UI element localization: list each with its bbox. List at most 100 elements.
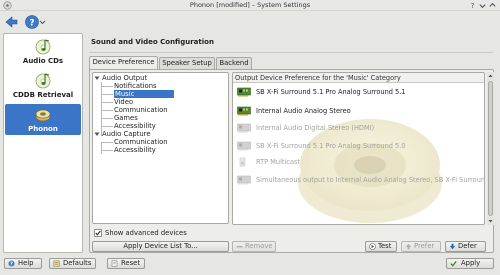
- defer-button[interactable]: Defer: [445, 241, 486, 252]
- tree-guide-line: [101, 102, 113, 103]
- device-name: SB X-Fi Surround 5.1 Pro Analog Surround…: [256, 142, 406, 150]
- tree-item-capture-accessibility[interactable]: Accessibility: [114, 146, 156, 154]
- network-speaker-icon: [239, 157, 246, 167]
- defaults-button[interactable]: Defaults: [49, 258, 96, 269]
- collapse-triangle-icon[interactable]: [94, 131, 100, 137]
- device-list-scrollbar[interactable]: [487, 72, 494, 225]
- device-name: Internal Audio Digital Stereo (HDMI): [256, 124, 375, 132]
- tree-guide-line: [101, 86, 113, 87]
- tree-item-audio-capture[interactable]: Audio Capture: [102, 130, 151, 138]
- tree-item-music[interactable]: Music: [114, 90, 174, 98]
- sound-card-icon: [237, 175, 251, 185]
- sidebar-item-label: Audio CDs: [22, 57, 64, 65]
- sidebar-item-cddb-retrieval[interactable]: CDDB Retrieval: [5, 70, 81, 101]
- device-list-header: Output Device Preference for the 'Music'…: [233, 73, 484, 83]
- help-menu-icon[interactable]: ?: [24, 14, 46, 30]
- sound-card-icon: [237, 141, 251, 151]
- sidebar: Audio CDs CDDB Retrieval Phonon: [3, 33, 83, 253]
- sidebar-item-audio-cds[interactable]: Audio CDs: [5, 36, 81, 67]
- tree-guide-line: [101, 143, 102, 154]
- title-bar: Phonon [modified] – System Settings ?: [0, 0, 500, 11]
- apply-label: Apply: [461, 259, 481, 267]
- toolbar: ?: [0, 11, 500, 33]
- tree-guide-line: [101, 82, 102, 136]
- window-title: Phonon [modified] – System Settings: [189, 1, 311, 9]
- tab-device-preference[interactable]: Device Preference: [89, 56, 158, 70]
- device-row[interactable]: SB X-Fi Surround 5.1 Pro Analog Surround…: [235, 85, 484, 99]
- tree-item-audio-output[interactable]: Audio Output: [102, 74, 147, 82]
- tree-item-capture-communication[interactable]: Communication: [114, 138, 168, 146]
- cddb-icon: [35, 73, 51, 89]
- back-arrow-icon[interactable]: [3, 14, 19, 30]
- device-name: SB X-Fi Surround 5.1 Pro Analog Surround…: [256, 88, 406, 96]
- remove-label: Remove: [245, 242, 273, 250]
- sound-card-icon: [237, 123, 251, 133]
- test-button[interactable]: Test: [365, 241, 397, 252]
- tree-item-video[interactable]: Video: [114, 98, 133, 106]
- test-play-icon: [369, 243, 376, 250]
- test-label: Test: [378, 242, 392, 250]
- device-row[interactable]: Internal Audio Digital Stereo (HDMI): [235, 121, 484, 135]
- tree-item-communication[interactable]: Communication: [114, 106, 168, 114]
- collapse-triangle-icon[interactable]: [94, 75, 100, 81]
- checkmark-icon: [450, 260, 457, 267]
- svg-text:?: ?: [29, 19, 34, 29]
- tree-guide-line: [101, 126, 113, 127]
- device-row[interactable]: RTP Multicast: [235, 155, 484, 169]
- arrow-up-icon: [405, 243, 412, 250]
- show-advanced-label: Show advanced devices: [105, 229, 187, 237]
- apply-device-list-button[interactable]: Apply Device List To...: [92, 241, 229, 252]
- scroll-up-icon[interactable]: [487, 72, 494, 79]
- minimize-icon[interactable]: [478, 1, 487, 10]
- reset-icon: [111, 260, 118, 267]
- prefer-button[interactable]: Prefer: [401, 241, 441, 252]
- device-row[interactable]: Internal Audio Analog Stereo: [235, 104, 484, 118]
- help-icon: ?: [8, 260, 15, 267]
- svg-text:?: ?: [10, 262, 13, 267]
- help-button[interactable]: ? Help: [4, 258, 42, 269]
- device-row[interactable]: Simultaneous output to Internal Audio An…: [235, 173, 485, 187]
- tree-guide-line: [101, 118, 113, 119]
- show-advanced-checkbox[interactable]: [94, 229, 102, 237]
- device-preference-list: Output Device Preference for the 'Music'…: [232, 72, 485, 225]
- remove-button[interactable]: Remove: [232, 241, 276, 252]
- sidebar-item-label: Phonon: [28, 125, 58, 133]
- svg-text:?: ?: [471, 1, 475, 10]
- phonon-speaker-icon: [35, 109, 51, 122]
- tree-guide-line: [101, 150, 113, 151]
- reset-button[interactable]: Reset: [107, 258, 145, 269]
- header-divider: [89, 52, 493, 53]
- device-name: Simultaneous output to Internal Audio An…: [256, 176, 485, 184]
- sound-card-icon: [237, 87, 251, 97]
- category-tree: Audio Output Notifications Music Video C…: [92, 72, 229, 224]
- scroll-down-icon[interactable]: [487, 218, 494, 225]
- maximize-icon[interactable]: [488, 1, 497, 10]
- checkmark-icon: [95, 230, 101, 236]
- tab-backend[interactable]: Backend: [216, 57, 252, 69]
- bottom-bar: ? Help Defaults Reset Apply: [0, 255, 500, 275]
- scroll-thumb[interactable]: [488, 81, 493, 216]
- device-row[interactable]: SB X-Fi Surround 5.1 Pro Analog Surround…: [235, 139, 484, 153]
- sidebar-item-label: CDDB Retrieval: [12, 91, 74, 99]
- tree-guide-line: [101, 94, 113, 95]
- tree-guide-line: [101, 142, 113, 143]
- tab-speaker-setup[interactable]: Speaker Setup: [159, 57, 215, 69]
- tree-item-notifications[interactable]: Notifications: [114, 82, 157, 90]
- tree-item-accessibility[interactable]: Accessibility: [114, 122, 156, 130]
- defaults-icon: [53, 260, 60, 267]
- help-label: Help: [18, 259, 34, 267]
- defer-label: Defer: [458, 242, 477, 250]
- sound-card-icon: [237, 106, 251, 116]
- remove-icon: [236, 246, 243, 248]
- tree-item-games[interactable]: Games: [114, 114, 138, 122]
- apply-button[interactable]: Apply: [446, 258, 494, 269]
- defaults-label: Defaults: [63, 259, 92, 267]
- page-title: Sound and Video Configuration: [91, 38, 214, 46]
- arrow-down-icon: [449, 243, 456, 250]
- prefer-label: Prefer: [414, 242, 435, 250]
- device-name: RTP Multicast: [256, 158, 301, 166]
- sidebar-item-phonon[interactable]: Phonon: [5, 104, 81, 135]
- tree-guide-line: [101, 110, 113, 111]
- help-question-icon[interactable]: ?: [468, 1, 477, 10]
- device-name: Internal Audio Analog Stereo: [256, 107, 351, 115]
